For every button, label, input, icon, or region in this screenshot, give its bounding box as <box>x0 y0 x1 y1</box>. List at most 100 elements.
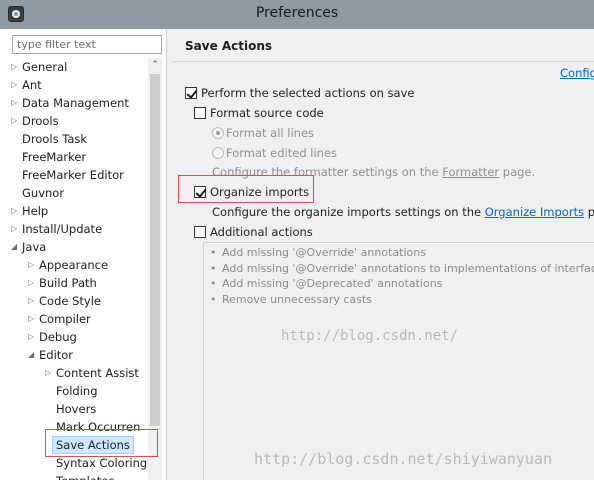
tree-item-help[interactable]: ▷ Help <box>0 202 148 220</box>
page-title: Save Actions <box>185 39 273 53</box>
tree-item-label: Build Path <box>39 276 97 290</box>
tree-item-label: Help <box>22 204 49 218</box>
perform-actions-label: Perform the selected actions on save <box>201 86 415 100</box>
collapsed-arrow-icon[interactable]: ▷ <box>11 220 21 238</box>
collapsed-arrow-icon[interactable]: ▷ <box>11 94 21 112</box>
window-title: Preferences <box>255 5 339 21</box>
collapsed-arrow-icon[interactable]: ▷ <box>28 274 38 292</box>
tree-item-label: Data Management <box>22 96 129 110</box>
bullet-icon: • <box>210 277 217 290</box>
preferences-tree: ▷ General ▷ Ant ▷ Data Management ▷ Drools Drool… <box>0 58 148 480</box>
list-item-text: Add missing '@Override' annotations to i… <box>222 261 594 275</box>
tree-item-label: Ant <box>22 78 42 92</box>
scroll-thumb[interactable] <box>150 74 160 426</box>
tree-item-compiler[interactable]: ▷ Compiler <box>0 310 148 328</box>
tree-item-java[interactable]: ◢ Java <box>0 238 148 256</box>
collapsed-arrow-icon[interactable]: ▷ <box>11 76 21 94</box>
watermark-center: http://blog.csdn.net/ <box>281 328 459 344</box>
collapsed-arrow-icon[interactable]: ▷ <box>11 202 21 220</box>
format-all-lines-label: Format all lines <box>226 126 315 140</box>
tree-item-label: Compiler <box>39 312 91 326</box>
list-item: • Add missing '@Override' annotations <box>210 245 426 260</box>
tree-item-label: Drools Task <box>22 132 88 146</box>
tree-item-label: Drools <box>22 114 59 128</box>
tree-item-drools[interactable]: ▷ Drools <box>0 112 148 130</box>
tree-item-general[interactable]: ▷ General <box>0 58 148 76</box>
tree-item-debug[interactable]: ▷ Debug <box>0 328 148 346</box>
tree-item-content-assist[interactable]: ▷ Content Assist <box>0 364 148 382</box>
tree-item-build-path[interactable]: ▷ Build Path <box>0 274 148 292</box>
list-item: • Remove unnecessary casts <box>210 292 372 307</box>
tree-item-editor[interactable]: ◢ Editor <box>0 346 148 364</box>
tree-item-ant[interactable]: ▷ Ant <box>0 76 148 94</box>
formatter-link[interactable]: Formatter <box>442 165 499 179</box>
additional-actions-label: Additional actions <box>210 225 313 239</box>
tree-item-label: Hovers <box>56 402 97 416</box>
tree-item-freemarker[interactable]: FreeMarker <box>0 148 148 166</box>
tree-item-label: General <box>22 60 68 74</box>
list-item-text: Add missing '@Override' annotations <box>222 246 426 259</box>
tree-item-label: Templates <box>56 472 114 480</box>
preferences-nav-pane: ▷General▷Ant▷Data Management▷DroolsDrool… <box>0 29 167 480</box>
bullet-icon: • <box>210 261 217 275</box>
tree-item-hovers[interactable]: Hovers <box>0 400 148 418</box>
list-item: • Add missing '@Deprecated' annotations <box>210 276 442 291</box>
bullet-icon: • <box>210 246 217 259</box>
tree-item-appearance[interactable]: ▷ Appearance <box>0 256 148 274</box>
tree-item-drools-task[interactable]: Drools Task <box>0 130 148 148</box>
save-actions-page: Save Actions Configu Perform the selecte… <box>172 29 594 480</box>
tree-item-freemarker-editor[interactable]: FreeMarker Editor <box>0 166 148 184</box>
tree-item-label: Debug <box>39 330 77 344</box>
bullet-icon: • <box>210 292 217 306</box>
format-source-label: Format source code <box>210 106 324 120</box>
list-item: • Add missing '@Override' annotations to … <box>210 261 594 276</box>
list-item-text: Remove unnecessary casts <box>222 292 372 306</box>
expanded-arrow-icon[interactable]: ◢ <box>28 346 38 364</box>
collapsed-arrow-icon[interactable]: ▷ <box>28 328 38 346</box>
tree-item-templates[interactable]: Templates <box>0 472 148 480</box>
tree-scrollbar[interactable]: ⌃ <box>148 58 162 480</box>
configure-link[interactable]: Configu <box>560 66 594 80</box>
scroll-up-icon[interactable]: ⌃ <box>148 58 162 72</box>
tree-item-data-management[interactable]: ▷ Data Management <box>0 94 148 112</box>
additional-actions-list[interactable]: • Add missing '@Override' annotations • Add… <box>203 242 594 480</box>
format-edited-lines-radio[interactable] <box>212 147 224 159</box>
tree-item-code-style[interactable]: ▷ Code Style <box>0 292 148 310</box>
expanded-arrow-icon[interactable]: ◢ <box>11 238 21 256</box>
format-edited-lines-label: Format edited lines <box>226 146 338 160</box>
collapsed-arrow-icon[interactable]: ▷ <box>28 292 38 310</box>
list-item-text: Add missing '@Deprecated' annotations <box>222 277 443 290</box>
organize-hint: Configure the organize imports settings … <box>212 203 594 221</box>
tree-item-label: Code Style <box>39 294 101 308</box>
title-divider <box>172 61 594 62</box>
collapsed-arrow-icon[interactable]: ▷ <box>11 58 21 76</box>
format-all-lines-radio[interactable] <box>212 127 224 139</box>
title-bar: Preferences <box>0 0 594 29</box>
collapsed-arrow-icon[interactable]: ▷ <box>45 364 55 382</box>
tree-item-label: Folding <box>56 384 98 398</box>
tree-item-label: FreeMarker Editor <box>22 168 124 182</box>
tree-item-folding[interactable]: Folding <box>0 382 148 400</box>
formatter-hint-suffix: page. <box>499 165 536 179</box>
tree-item-label: Install/Update <box>22 222 103 236</box>
collapsed-arrow-icon[interactable]: ▷ <box>28 256 38 274</box>
collapsed-arrow-icon[interactable]: ▷ <box>11 112 21 130</box>
organize-hint-suffix: page. <box>587 205 594 219</box>
tree-item-guvnor[interactable]: Guvnor <box>0 184 148 202</box>
organize-imports-highlight <box>178 175 314 203</box>
perform-actions-checkbox[interactable] <box>185 87 197 99</box>
organize-imports-link[interactable]: Organize Imports <box>485 205 584 219</box>
save-actions-highlight <box>45 429 158 457</box>
tree-item-label: Content Assist <box>56 366 139 380</box>
tree-item-label: FreeMarker <box>22 150 87 164</box>
collapsed-arrow-icon[interactable]: ▷ <box>28 310 38 328</box>
additional-actions-checkbox[interactable] <box>194 226 206 238</box>
tree-item-install-update[interactable]: ▷ Install/Update <box>0 220 148 238</box>
tree-item-label: Appearance <box>39 258 109 272</box>
organize-hint-text: Configure the organize imports settings … <box>212 205 485 219</box>
watermark-bottom: http://blog.csdn.net/shiyiwanyuan <box>254 450 553 468</box>
format-source-checkbox[interactable] <box>194 107 206 119</box>
tree-item-label: Editor <box>39 348 74 362</box>
filter-input[interactable] <box>12 35 162 54</box>
tree-item-label: Guvnor <box>22 186 65 200</box>
